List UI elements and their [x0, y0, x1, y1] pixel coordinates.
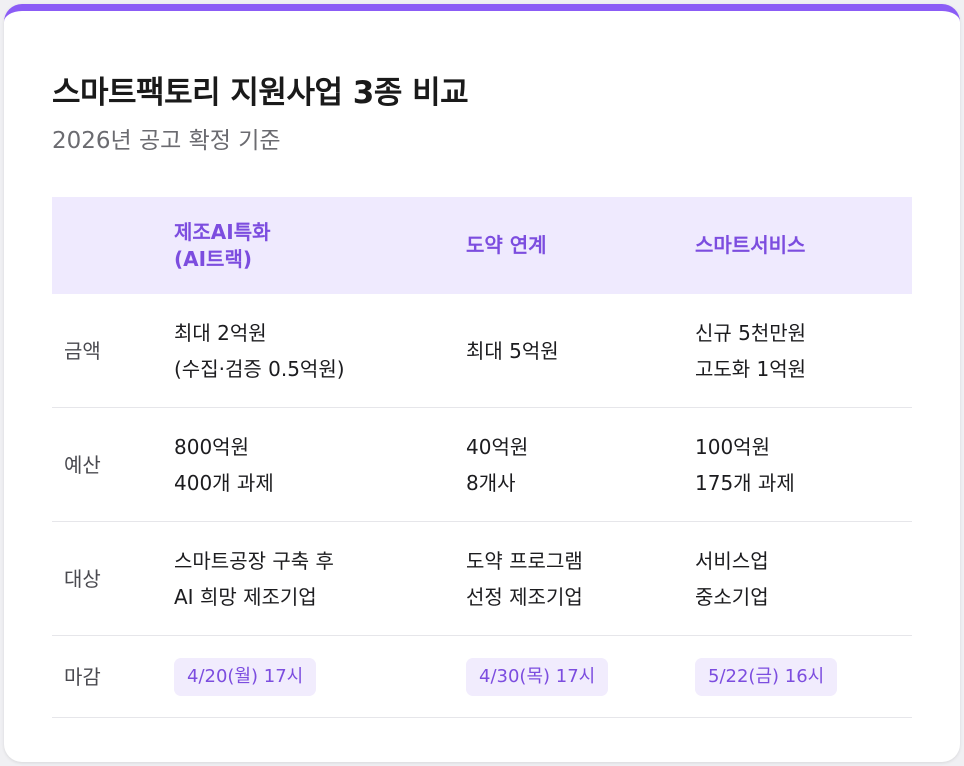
cell-line: AI 희망 제조기업: [174, 584, 317, 609]
table-cell: 최대 2억원 (수집·검증 0.5억원): [174, 315, 466, 387]
table-cell: 서비스업 중소기업: [695, 543, 912, 615]
header-line: 스마트서비스: [695, 233, 806, 257]
cell-line: 선정 제조기업: [466, 584, 583, 609]
comparison-card: 스마트팩토리 지원사업 3종 비교 2026년 공고 확정 기준 제조AI특화 …: [4, 4, 960, 762]
header-cell-leap: 도약 연계: [466, 232, 695, 259]
table-header-row: 제조AI특화 (AI트랙) 도약 연계 스마트서비스: [52, 197, 912, 294]
cell-line: 신규 5천만원: [695, 320, 807, 345]
table-cell: 4/30(목) 17시: [466, 657, 695, 696]
row-label: 금액: [64, 338, 101, 363]
deadline-badge: 4/20(월) 17시: [174, 657, 317, 696]
table-cell: 40억원 8개사: [466, 429, 695, 501]
cell-line: 스마트공장 구축 후: [174, 548, 334, 573]
table-cell: 4/20(월) 17시: [174, 657, 466, 696]
cell-line: 100억원: [695, 434, 770, 459]
cell-line: 800억원: [174, 434, 249, 459]
cell-line: 40억원: [466, 434, 529, 459]
cell-line: 도약 프로그램: [466, 548, 583, 573]
cell-line: 고도화 1억원: [695, 356, 807, 381]
header-cell-smart-service: 스마트서비스: [695, 232, 912, 259]
table-cell: 100억원 175개 과제: [695, 429, 912, 501]
header-cell-ai-track: 제조AI특화 (AI트랙): [174, 219, 466, 273]
cell-line: 8개사: [466, 470, 516, 495]
cell-line: 서비스업: [695, 548, 769, 573]
header-line: 제조AI특화: [174, 219, 271, 244]
table-cell: 5/22(금) 16시: [695, 657, 912, 696]
page-subtitle: 2026년 공고 확정 기준: [52, 128, 281, 154]
table-cell: 최대 5억원: [466, 333, 695, 369]
table-row-amount: 금액 최대 2억원 (수집·검증 0.5억원) 최대 5억원 신규 5천만원 고…: [52, 294, 912, 408]
cell-line: (수집·검증 0.5억원): [174, 356, 345, 381]
table-cell: 도약 프로그램 선정 제조기업: [466, 543, 695, 615]
comparison-table: 제조AI특화 (AI트랙) 도약 연계 스마트서비스 금액 최대 2억원 (수집…: [52, 197, 912, 718]
cell-line: 400개 과제: [174, 470, 274, 495]
deadline-badge: 5/22(금) 16시: [695, 657, 838, 696]
header-line: (AI트랙): [174, 246, 253, 271]
cell-line: 최대 5억원: [466, 338, 559, 363]
cell-line: 중소기업: [695, 584, 769, 609]
cell-line: 175개 과제: [695, 470, 795, 495]
table-cell: 800억원 400개 과제: [174, 429, 466, 501]
row-label: 마감: [64, 664, 101, 689]
row-label: 대상: [64, 566, 101, 591]
table-row-deadline: 마감 4/20(월) 17시 4/30(목) 17시 5/22(금) 16시: [52, 636, 912, 718]
row-label: 예산: [64, 452, 101, 477]
table-cell: 스마트공장 구축 후 AI 희망 제조기업: [174, 543, 466, 615]
page-title: 스마트팩토리 지원사업 3종 비교: [52, 75, 469, 111]
header-line: 도약 연계: [466, 233, 547, 257]
table-row-target: 대상 스마트공장 구축 후 AI 희망 제조기업 도약 프로그램 선정 제조기업…: [52, 522, 912, 636]
cell-line: 최대 2억원: [174, 320, 267, 345]
table-row-budget: 예산 800억원 400개 과제 40억원 8개사 100억원 175개 과제: [52, 408, 912, 522]
table-cell: 신규 5천만원 고도화 1억원: [695, 315, 912, 387]
deadline-badge: 4/30(목) 17시: [466, 657, 609, 696]
